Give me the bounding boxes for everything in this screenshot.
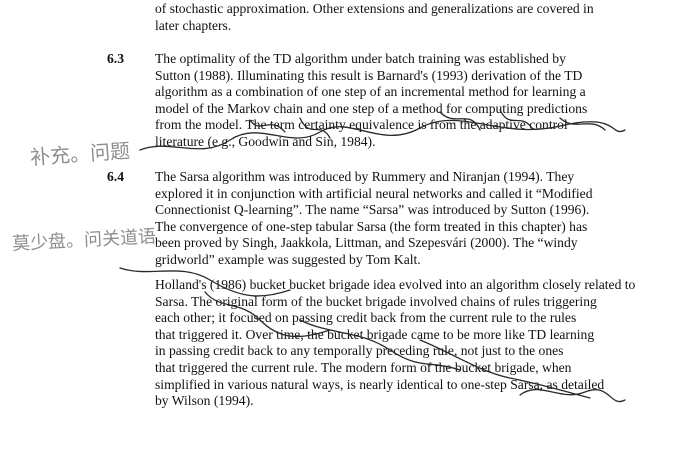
text-line: by Wilson (1994). [155,393,254,409]
text-line: been proved by Singh, Jaakkola, Littman,… [155,235,578,251]
book-page: of stochastic approximation. Other exten… [0,0,680,467]
text-line: algorithm as a combination of one step o… [155,84,586,100]
bucket-brigade-paragraph: Holland's (1986) bucket bucket brigade i… [155,277,636,410]
text-line: Holland's (1986) bucket bucket brigade i… [155,277,636,292]
handwritten-note-lower: 莫少盘。问关道语 [11,226,157,255]
text-line: later chapters. [155,17,232,33]
text-line: that triggered it. Over time, the bucket… [155,326,595,342]
text-line: The optimality of the TD algorithm under… [155,51,566,66]
text-line: explored it in conjunction with artifici… [155,185,593,201]
intro-paragraph: of stochastic approximation. Other exten… [155,1,625,34]
handwritten-note-upper: 补充。问题 [29,138,131,170]
text-line: of stochastic approximation. Other exten… [155,1,594,16]
text-line: from the model. The term certainty equiv… [155,117,568,133]
text-line: in passing credit back to any temporally… [155,343,564,359]
text-line: The convergence of one-step tabular Sars… [155,218,588,234]
text-line: model of the Markov chain and one step o… [155,100,588,116]
section-number-6-3: 6.3 [107,51,124,66]
text-line: Sutton (1988). Illuminating this result … [155,67,583,83]
text-line: Connectionist Q-learning”. The name “Sar… [155,202,590,218]
text-line: each other; it focused on passing credit… [155,310,577,326]
text-line: Sarsa. The original form of the bucket b… [155,293,597,309]
section-number-6-4: 6.4 [107,169,124,184]
text-line: The Sarsa algorithm was introduced by Ru… [155,169,575,184]
text-line: literature (e.g., Goodwin and Sin, 1984)… [155,133,376,149]
text-line: gridworld” example was suggested by Tom … [155,251,421,267]
text-line: that triggered the current rule. The mod… [155,359,572,375]
section-6-4-paragraph: The Sarsa algorithm was introduced by Ru… [155,169,625,269]
section-6-3-paragraph: The optimality of the TD algorithm under… [155,51,625,151]
text-line: simplified in various natural ways, is n… [155,376,605,392]
